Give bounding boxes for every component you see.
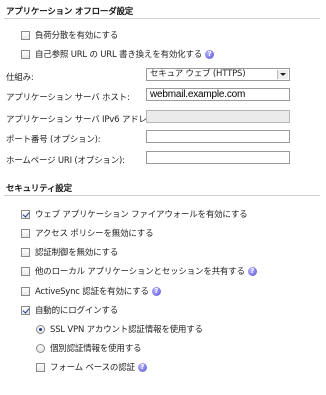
load-balancing-checkbox[interactable] (21, 30, 30, 40)
custom-credentials-radio[interactable] (36, 343, 45, 353)
auto-login-custom-option[interactable]: 個別認証情報を使用する (36, 341, 326, 355)
disable-auth-control-label: 認証制御を無効にする (35, 248, 119, 258)
section-divider (4, 18, 320, 19)
url-rewrite-option[interactable]: 自己参照 URL の URL 書き換えを有効化する ? (21, 47, 326, 61)
custom-credentials-label: 個別認証情報を使用する (50, 344, 142, 354)
app-server-ipv6-label: アプリケーション サーバ IPv6 アドレス: (6, 115, 158, 125)
app-server-host-input[interactable]: webmail.example.com (146, 88, 290, 101)
auto-login-option[interactable]: 自動的にログインする (21, 303, 326, 317)
share-session-checkbox[interactable] (21, 266, 30, 276)
load-balancing-option[interactable]: 負荷分散を有効にする (21, 28, 326, 42)
help-icon[interactable]: ? (205, 49, 215, 59)
app-server-ipv6-input[interactable] (146, 110, 290, 123)
disable-access-policy-label: アクセス ポリシーを無効にする (35, 229, 154, 239)
app-server-host-label: アプリケーション サーバ ホスト: (6, 93, 130, 103)
waf-label: ウェブ アプリケーション ファイアウォールを有効にする (35, 210, 248, 220)
disable-auth-control-option[interactable]: 認証制御を無効にする (21, 245, 326, 259)
help-icon[interactable]: ? (137, 362, 147, 372)
disable-access-policy-option[interactable]: アクセス ポリシーを無効にする (21, 226, 326, 240)
url-rewrite-checkbox[interactable] (21, 49, 30, 59)
waf-checkbox[interactable] (21, 209, 30, 219)
section-divider (4, 195, 320, 196)
sslvpn-credentials-label: SSL VPN アカウント認証情報を使用する (50, 325, 203, 335)
port-number-input[interactable] (146, 130, 290, 143)
share-session-option[interactable]: 他のローカル アプリケーションとセッションを共有する ? (21, 264, 326, 278)
auto-login-sslvpn-option[interactable]: SSL VPN アカウント認証情報を使用する (36, 322, 326, 336)
activesync-label: ActiveSync 認証を有効にする (35, 287, 149, 297)
scheme-label: 仕組み: (6, 73, 34, 83)
form-based-auth-label: フォーム ベースの認証 (50, 363, 135, 373)
waf-option[interactable]: ウェブ アプリケーション ファイアウォールを有効にする (21, 207, 326, 221)
share-session-label: 他のローカル アプリケーションとセッションを共有する (35, 267, 245, 277)
activesync-option[interactable]: ActiveSync 認証を有効にする ? (21, 284, 326, 298)
help-icon[interactable]: ? (247, 266, 257, 276)
disable-access-policy-checkbox[interactable] (21, 228, 30, 238)
load-balancing-label: 負荷分散を有効にする (35, 31, 119, 41)
scheme-select[interactable]: セキュア ウェブ (HTTPS) (146, 68, 290, 81)
port-number-label: ポート番号 (オプション): (6, 135, 101, 145)
help-icon[interactable]: ? (151, 286, 161, 296)
section-title-app-offloader: アプリケーション オフローダ設定 (6, 7, 134, 17)
url-rewrite-label: 自己参照 URL の URL 書き換えを有効化する (35, 50, 203, 60)
form-based-auth-checkbox[interactable] (36, 362, 45, 372)
chevron-down-icon[interactable] (277, 70, 288, 79)
disable-auth-control-checkbox[interactable] (21, 247, 30, 257)
auto-login-label: 自動的にログインする (35, 306, 119, 316)
activesync-checkbox[interactable] (21, 286, 30, 296)
section-title-security: セキュリティ設定 (6, 184, 72, 194)
homepage-uri-label: ホームページ URI (オプション): (6, 156, 125, 166)
form-based-auth-option[interactable]: フォーム ベースの認証 ? (36, 360, 326, 374)
auto-login-checkbox[interactable] (21, 305, 30, 315)
sslvpn-credentials-radio[interactable] (36, 324, 45, 334)
homepage-uri-input[interactable] (146, 151, 290, 164)
scheme-select-value: セキュア ウェブ (HTTPS) (150, 69, 246, 79)
